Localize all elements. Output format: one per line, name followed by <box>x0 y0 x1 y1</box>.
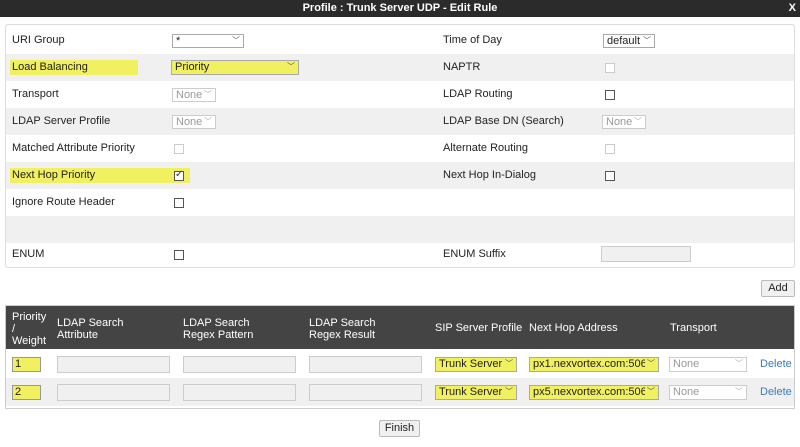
chevron-down-icon: ﹀ <box>204 90 212 99</box>
chevron-down-icon: ﹀ <box>232 36 240 45</box>
next-hop-address-select[interactable]: px5.nexvortex.com:5060 ﹀ <box>529 385 659 400</box>
close-icon[interactable]: X <box>789 0 796 17</box>
enum-label: ENUM <box>12 248 45 260</box>
enum-suffix-label: ENUM Suffix <box>443 248 506 260</box>
enum-checkbox[interactable] <box>174 250 184 260</box>
chevron-down-icon: ﹀ <box>735 359 743 368</box>
transport-label: Transport <box>12 88 59 100</box>
enum-suffix-input[interactable] <box>601 246 691 262</box>
col-transport: Transport <box>670 322 717 334</box>
transport-value: None <box>673 386 700 398</box>
next-hop-address-value: px5.nexvortex.com:5060 <box>533 386 645 398</box>
chevron-down-icon: ﹀ <box>647 387 655 396</box>
next-hop-in-dialog-checkbox[interactable] <box>605 171 615 181</box>
priority-input[interactable]: 2 <box>12 385 41 400</box>
next-hop-address-select[interactable]: px1.nexvortex.com:5060 ﹀ <box>529 357 659 372</box>
form-row-enum: ENUM ENUM Suffix <box>6 241 794 268</box>
next-hop-priority-label: Next Hop Priority <box>12 169 96 181</box>
col-sip-server-profile: SIP Server Profile <box>435 322 523 334</box>
form-row-uri-group: URI Group * ﹀ Time of Day default ﹀ <box>6 27 794 54</box>
ldap-server-profile-value: None <box>176 116 203 128</box>
transport-select[interactable]: None ﹀ <box>172 88 216 102</box>
ldap-attribute-input[interactable] <box>57 384 170 401</box>
form-row-ldap-server: LDAP Server Profile None ﹀ LDAP Base DN (… <box>6 108 794 135</box>
ldap-routing-checkbox[interactable] <box>605 90 615 100</box>
ldap-regex-pattern-input[interactable] <box>183 384 296 401</box>
next-hop-table: Priority / Weight LDAP Search Attribute … <box>5 305 795 409</box>
ldap-routing-label: LDAP Routing <box>443 88 513 100</box>
rule-form-panel: URI Group * ﹀ Time of Day default ﹀ Load B… <box>5 24 795 268</box>
form-row-load-balancing: Load Balancing Priority ﹀ NAPTR <box>6 54 794 81</box>
priority-input[interactable]: 1 <box>12 357 41 372</box>
add-button[interactable]: Add <box>761 280 795 297</box>
finish-button[interactable]: Finish <box>379 420 420 437</box>
col-ldap-regex-result: LDAP Search Regex Result <box>309 317 376 341</box>
load-balancing-value: Priority <box>175 61 210 73</box>
ldap-attribute-input[interactable] <box>57 356 170 373</box>
matched-attr-priority-label: Matched Attribute Priority <box>12 142 135 154</box>
matched-attr-priority-checkbox[interactable] <box>174 144 184 154</box>
time-of-day-select[interactable]: default ﹀ <box>603 34 655 48</box>
sip-server-profile-select[interactable]: Trunk Server ﹀ <box>435 385 517 400</box>
uri-group-label: URI Group <box>12 34 65 46</box>
ldap-regex-result-input[interactable] <box>309 384 422 401</box>
transport-value: None <box>176 89 203 101</box>
chevron-down-icon: ﹀ <box>287 62 295 71</box>
ldap-base-dn-label: LDAP Base DN (Search) <box>443 115 564 127</box>
checkmark-icon: ✓ <box>175 169 184 180</box>
load-balancing-select[interactable]: Priority ﹀ <box>171 60 299 75</box>
chevron-down-icon: ﹀ <box>647 359 655 368</box>
time-of-day-label: Time of Day <box>443 34 502 46</box>
form-row-next-hop: Next Hop Priority ✓ Next Hop In-Dialog <box>6 162 794 189</box>
load-balancing-label: Load Balancing <box>10 60 138 75</box>
alternate-routing-label: Alternate Routing <box>443 142 528 154</box>
chevron-down-icon: ﹀ <box>643 36 651 45</box>
next-hop-in-dialog-label: Next Hop In-Dialog <box>443 169 536 181</box>
form-row-empty <box>6 216 794 243</box>
ldap-regex-result-input[interactable] <box>309 356 422 373</box>
dialog-title-bar: Profile : Trunk Server UDP - Edit Rule X <box>0 0 800 17</box>
ldap-server-profile-select[interactable]: None ﹀ <box>172 115 216 129</box>
chevron-down-icon: ﹀ <box>634 117 642 126</box>
delete-link[interactable]: Delete <box>760 386 792 398</box>
col-ldap-attribute: LDAP Search Attribute <box>57 317 124 341</box>
ignore-route-header-checkbox[interactable] <box>174 198 184 208</box>
ldap-server-profile-label: LDAP Server Profile <box>12 115 111 127</box>
naptr-label: NAPTR <box>443 61 481 73</box>
chevron-down-icon: ﹀ <box>505 359 513 368</box>
col-ldap-regex-pattern: LDAP Search Regex Pattern <box>183 317 254 341</box>
form-row-matched-attr: Matched Attribute Priority Alternate Rou… <box>6 135 794 162</box>
table-row: 2 Trunk Server ﹀ px5.nexvortex.com:5060 ﹀ … <box>6 378 794 406</box>
naptr-checkbox[interactable] <box>605 63 615 73</box>
transport-value: None <box>673 358 700 370</box>
form-row-transport: Transport None ﹀ LDAP Routing <box>6 81 794 108</box>
ldap-regex-pattern-input[interactable] <box>183 356 296 373</box>
table-row: 1 Trunk Server ﹀ px1.nexvortex.com:5060 ﹀ … <box>6 350 794 378</box>
transport-select[interactable]: None ﹀ <box>669 385 747 400</box>
alternate-routing-checkbox[interactable] <box>605 144 615 154</box>
form-row-ignore-route: Ignore Route Header <box>6 189 794 216</box>
chevron-down-icon: ﹀ <box>735 387 743 396</box>
col-priority-weight: Priority / Weight <box>12 311 47 347</box>
chevron-down-icon: ﹀ <box>505 387 513 396</box>
dialog-title: Profile : Trunk Server UDP - Edit Rule <box>302 2 498 14</box>
ldap-base-dn-value: None <box>606 116 633 128</box>
next-hop-priority-checkbox[interactable]: ✓ <box>174 169 184 181</box>
table-header: Priority / Weight LDAP Search Attribute … <box>6 306 794 349</box>
sip-server-profile-value: Trunk Server <box>439 386 503 398</box>
ldap-base-dn-select[interactable]: None ﹀ <box>602 115 646 129</box>
delete-link[interactable]: Delete <box>760 358 792 370</box>
time-of-day-value: default <box>607 35 641 47</box>
next-hop-address-value: px1.nexvortex.com:5060 <box>533 358 645 370</box>
sip-server-profile-value: Trunk Server <box>439 358 503 370</box>
uri-group-select[interactable]: * ﹀ <box>172 34 244 48</box>
transport-select[interactable]: None ﹀ <box>669 357 747 372</box>
sip-server-profile-select[interactable]: Trunk Server ﹀ <box>435 357 517 372</box>
ignore-route-header-label: Ignore Route Header <box>12 196 115 208</box>
col-next-hop-address: Next Hop Address <box>529 322 618 334</box>
chevron-down-icon: ﹀ <box>204 117 212 126</box>
uri-group-value: * <box>176 35 181 47</box>
